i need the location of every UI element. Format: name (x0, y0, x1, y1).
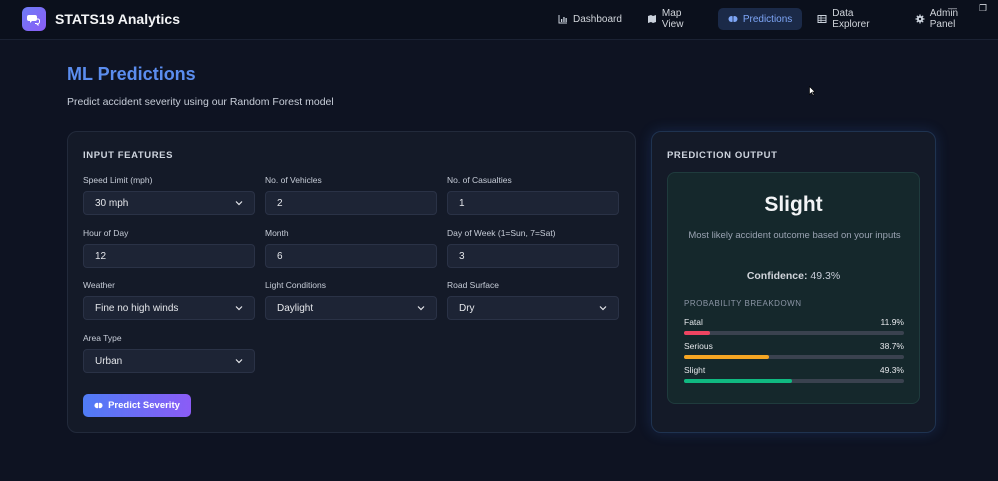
brain-icon (94, 401, 103, 410)
prediction-output-title: PREDICTION OUTPUT (667, 150, 778, 161)
speed-limit-field: Speed Limit (mph) 30 mph (83, 175, 255, 215)
predict-severity-label: Predict Severity (108, 400, 180, 411)
prediction-result-box: Slight Most likely accident outcome base… (667, 172, 920, 404)
vehicles-value: 2 (277, 197, 283, 209)
speed-limit-label: Speed Limit (mph) (83, 175, 153, 185)
vehicles-input[interactable]: 2 (265, 191, 437, 215)
road-surface-value: Dry (459, 302, 475, 314)
brain-icon (728, 14, 738, 24)
probability-bar-fill (684, 379, 793, 383)
brand[interactable]: STATS19 Analytics (22, 7, 180, 31)
nav-label-predictions: Predictions (742, 13, 793, 25)
weather-value: Fine no high winds (95, 302, 179, 314)
light-conditions-field: Light Conditions Daylight (265, 280, 437, 320)
input-features-title: INPUT FEATURES (83, 150, 174, 161)
day-of-week-value: 3 (459, 250, 465, 262)
chevron-down-icon (235, 359, 243, 364)
light-conditions-value: Daylight (277, 302, 314, 314)
vehicles-label: No. of Vehicles (265, 175, 322, 185)
area-type-field: Area Type Urban (83, 333, 255, 373)
table-icon (817, 14, 827, 24)
minimize-icon[interactable]: — (948, 3, 957, 13)
probability-label: Slight (684, 365, 706, 375)
probability-value: 38.7% (879, 341, 904, 351)
hour-input[interactable]: 12 (83, 244, 255, 268)
nav-label-dashboard: Dashboard (573, 13, 622, 25)
probability-bar-fill (684, 355, 770, 359)
probability-bar-track (684, 379, 904, 383)
area-type-label: Area Type (83, 333, 122, 343)
map-icon (647, 14, 657, 24)
nav-label-data-explorer: Data Explorer (832, 8, 870, 30)
casualties-label: No. of Casualties (447, 175, 512, 185)
day-of-week-field: Day of Week (1=Sun, 7=Sat) 3 (447, 228, 619, 268)
casualties-value: 1 (459, 197, 465, 209)
gear-icon (915, 14, 925, 24)
road-surface-select[interactable]: Dry (447, 296, 619, 320)
input-features-card: INPUT FEATURES Speed Limit (mph) 30 mph … (67, 131, 636, 433)
chevron-down-icon (599, 306, 607, 311)
page-title: ML Predictions (67, 64, 196, 84)
chevron-down-icon (417, 306, 425, 311)
area-type-select[interactable]: Urban (83, 349, 255, 373)
probability-bar-track (684, 331, 904, 335)
brand-logo-icon (22, 7, 46, 31)
weather-field: Weather Fine no high winds (83, 280, 255, 320)
confidence-label: Confidence: (746, 270, 808, 282)
nav-item-map-view[interactable]: Map View (637, 8, 713, 30)
casualties-field: No. of Casualties 1 (447, 175, 619, 215)
predict-severity-button[interactable]: Predict Severity (83, 394, 191, 417)
top-navigation-bar: STATS19 Analytics Dashboard Map View Pre… (0, 0, 998, 40)
month-input[interactable]: 6 (265, 244, 437, 268)
day-of-week-input[interactable]: 3 (447, 244, 619, 268)
prediction-result: Slight (764, 193, 823, 216)
confidence-line: Confidence: 49.3% (668, 270, 919, 282)
road-surface-field: Road Surface Dry (447, 280, 619, 320)
nav-item-predictions[interactable]: Predictions (717, 8, 803, 30)
probability-value: 11.9% (880, 317, 904, 327)
probability-bar-fill (684, 331, 711, 335)
probability-label: Serious (684, 341, 713, 351)
main-nav: Dashboard Map View Predictions Data Expl… (548, 8, 998, 30)
chart-icon (558, 14, 568, 24)
restore-icon[interactable]: ❐ (979, 3, 987, 14)
nav-label-map-view: Map View (661, 8, 684, 30)
probability-value: 49.3% (879, 365, 904, 375)
weather-select[interactable]: Fine no high winds (83, 296, 255, 320)
hour-value: 12 (95, 250, 107, 262)
probability-label: Fatal (684, 317, 703, 327)
probability-row-slight: Slight 49.3% (684, 365, 904, 383)
speed-limit-value: 30 mph (95, 197, 129, 209)
app-title: STATS19 Analytics (55, 11, 181, 27)
month-label: Month (265, 228, 289, 238)
road-surface-label: Road Surface (447, 280, 499, 290)
weather-label: Weather (83, 280, 115, 290)
prediction-description: Most likely accident outcome based on yo… (688, 230, 901, 241)
month-value: 6 (277, 250, 283, 262)
nav-item-dashboard[interactable]: Dashboard (548, 8, 632, 30)
chevron-down-icon (235, 306, 243, 311)
light-conditions-label: Light Conditions (265, 280, 326, 290)
light-conditions-select[interactable]: Daylight (265, 296, 437, 320)
hour-label: Hour of Day (83, 228, 129, 238)
hour-field: Hour of Day 12 (83, 228, 255, 268)
day-of-week-label: Day of Week (1=Sun, 7=Sat) (447, 228, 556, 238)
probability-row-serious: Serious 38.7% (684, 341, 904, 359)
nav-item-data-explorer[interactable]: Data Explorer (807, 8, 899, 30)
month-field: Month 6 (265, 228, 437, 268)
confidence-value: 49.3% (810, 270, 841, 282)
mouse-cursor-icon (809, 86, 816, 96)
speed-limit-select[interactable]: 30 mph (83, 191, 255, 215)
casualties-input[interactable]: 1 (447, 191, 619, 215)
chevron-down-icon (235, 201, 243, 206)
page-subtitle: Predict accident severity using our Rand… (67, 96, 334, 108)
prediction-output-card: PREDICTION OUTPUT Slight Most likely acc… (651, 131, 936, 433)
area-type-value: Urban (95, 355, 123, 367)
vehicles-field: No. of Vehicles 2 (265, 175, 437, 215)
probability-breakdown-title: PROBABILITY BREAKDOWN (684, 299, 802, 308)
probability-row-fatal: Fatal 11.9% (684, 317, 904, 335)
probability-bar-track (684, 355, 904, 359)
